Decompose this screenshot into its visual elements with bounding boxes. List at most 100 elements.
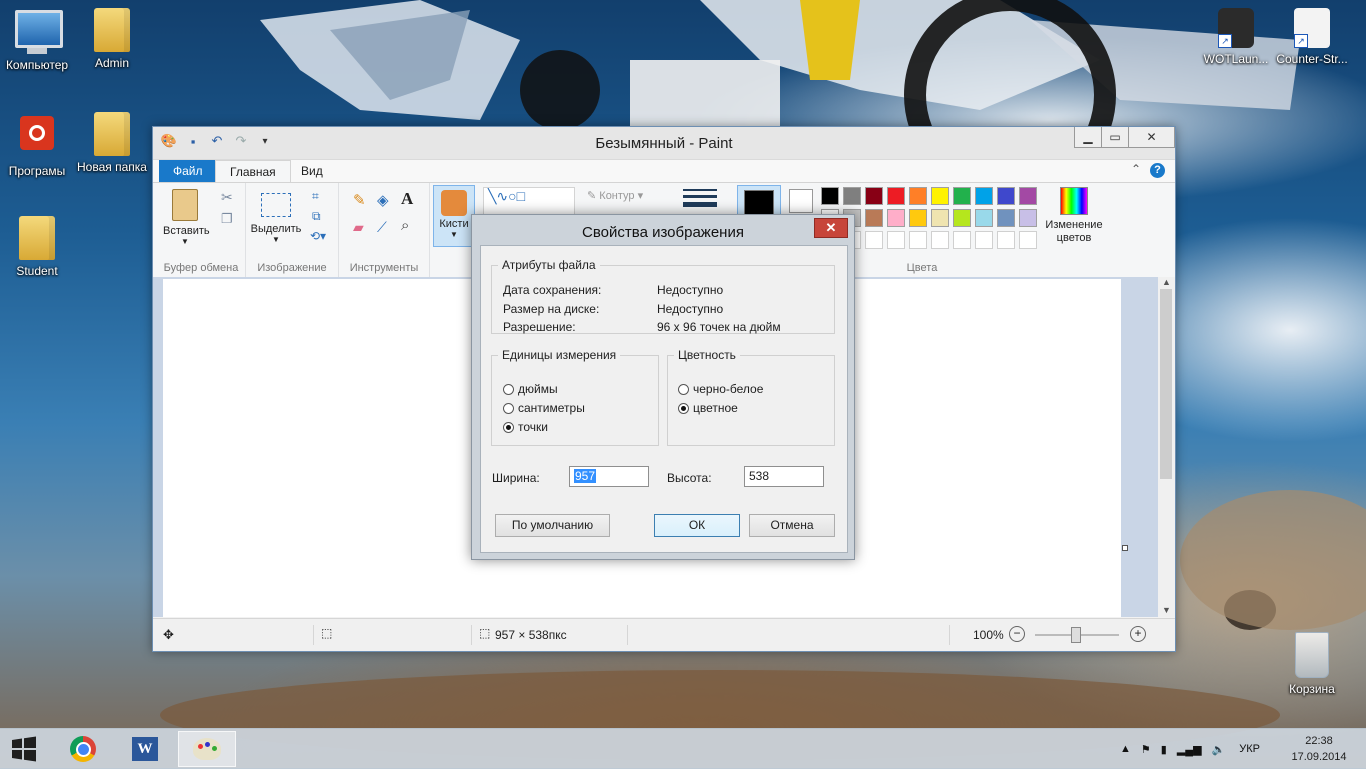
collapse-ribbon-icon[interactable]: ⌃ <box>1131 162 1141 176</box>
desktop-icon-wot[interactable]: ↗ WOTLaun... <box>1200 8 1272 66</box>
copy-icon[interactable]: ❐ <box>221 211 233 227</box>
outline-dropdown[interactable]: ✎ Контур ▾ <box>587 189 643 202</box>
units-pixels-radio[interactable]: точки <box>503 420 548 434</box>
ok-button[interactable]: ОК <box>654 514 740 537</box>
custom-color-slot[interactable] <box>909 231 927 249</box>
custom-color-slot[interactable] <box>887 231 905 249</box>
color-swatch[interactable] <box>997 209 1015 227</box>
height-input[interactable]: 538 <box>744 466 824 487</box>
show-hidden-icons-icon[interactable]: ▲ <box>1120 743 1131 755</box>
network-signal-icon[interactable]: ▂▄▆ <box>1177 743 1202 756</box>
color-swatch[interactable] <box>865 209 883 227</box>
maximize-button[interactable]: ▭ <box>1101 127 1129 148</box>
desktop-icon-new-folder[interactable]: Новая папка <box>76 112 148 174</box>
size-icon[interactable] <box>683 189 717 207</box>
color-swatch[interactable] <box>1019 209 1037 227</box>
dialog-close-button[interactable]: ✕ <box>814 218 848 238</box>
edit-colors-button[interactable]: Изменение цветов <box>1041 187 1107 245</box>
custom-color-slot[interactable] <box>931 231 949 249</box>
color-swatch[interactable] <box>953 209 971 227</box>
tools-group: ✎ ◈ A ▰ ⟋ ⌕ Инструменты <box>339 183 430 277</box>
color-swatch[interactable] <box>843 187 861 205</box>
custom-color-slot[interactable] <box>975 231 993 249</box>
color-swatch[interactable] <box>909 209 927 227</box>
eraser-icon[interactable]: ▰ <box>353 219 364 236</box>
clock[interactable]: 22:38 17.09.2014 <box>1290 733 1348 765</box>
disk-size-label: Размер на диске: <box>503 302 600 316</box>
power-icon <box>15 116 59 160</box>
custom-color-slot[interactable] <box>997 231 1015 249</box>
paste-icon <box>172 189 198 221</box>
tab-file[interactable]: Файл <box>159 160 215 182</box>
brushes-button[interactable]: Кисти ▼ <box>433 185 475 247</box>
color-swatch[interactable] <box>821 187 839 205</box>
help-icon[interactable]: ? <box>1150 163 1165 178</box>
color-swatch[interactable] <box>931 209 949 227</box>
color-picker-icon[interactable]: ⟋ <box>377 219 387 236</box>
magnifier-icon[interactable]: ⌕ <box>401 217 409 234</box>
canvas-resize-handle[interactable] <box>1122 545 1128 551</box>
units-inches-radio[interactable]: дюймы <box>503 382 558 396</box>
taskbar-paint[interactable] <box>178 731 236 767</box>
action-center-flag-icon[interactable]: ⚑ <box>1141 743 1151 756</box>
radio-dot <box>503 383 514 395</box>
scrollbar-thumb[interactable] <box>1160 289 1172 479</box>
color-swatch[interactable] <box>887 187 905 205</box>
start-button[interactable] <box>0 731 48 767</box>
desktop-icon-programs[interactable]: Програмы <box>1 112 73 178</box>
resize-icon[interactable]: ⧉ <box>312 209 321 224</box>
pencil-icon[interactable]: ✎ <box>353 191 366 209</box>
disk-size-value: Недоступно <box>657 302 724 316</box>
color-swatch[interactable] <box>975 187 993 205</box>
desktop-icon-admin[interactable]: Admin <box>76 8 148 70</box>
text-icon[interactable]: A <box>401 189 413 209</box>
vertical-scrollbar[interactable]: ▲ ▼ <box>1158 277 1175 617</box>
taskbar-chrome[interactable] <box>54 731 112 767</box>
crop-icon[interactable]: ⌗ <box>312 189 319 204</box>
scroll-up-icon[interactable]: ▲ <box>1158 277 1175 287</box>
color-swatch[interactable] <box>887 209 905 227</box>
units-cm-radio[interactable]: сантиметры <box>503 401 585 415</box>
rotate-icon[interactable]: ⟲▾ <box>310 229 326 243</box>
zoom-out-icon[interactable]: − <box>1009 626 1025 642</box>
select-button[interactable]: Выделить ▼ <box>250 193 302 244</box>
custom-color-slot[interactable] <box>865 231 883 249</box>
cancel-button[interactable]: Отмена <box>749 514 835 537</box>
shortcut-arrow-icon: ↗ <box>1294 34 1308 48</box>
color-swatch[interactable] <box>909 187 927 205</box>
zoom-in-icon[interactable]: + <box>1130 626 1146 642</box>
scroll-down-icon[interactable]: ▼ <box>1158 605 1175 615</box>
color-swatch[interactable] <box>1019 187 1037 205</box>
radio-dot-selected <box>503 421 514 433</box>
battery-icon[interactable]: ▮ <box>1161 743 1167 756</box>
color-swatch[interactable] <box>931 187 949 205</box>
close-button[interactable]: ✕ <box>1128 127 1175 148</box>
color-swatch[interactable] <box>953 187 971 205</box>
desktop-icon-student[interactable]: Student <box>1 216 73 278</box>
color-swatch[interactable] <box>997 187 1015 205</box>
window-title: Безымянный - Paint <box>595 135 733 152</box>
default-button[interactable]: По умолчанию <box>495 514 610 537</box>
window-controls: ▁ ▭ ✕ <box>1074 127 1175 148</box>
taskbar-word[interactable]: W <box>116 731 174 767</box>
cut-icon[interactable]: ✂ <box>221 189 233 206</box>
fill-icon[interactable]: ◈ <box>377 191 389 209</box>
tab-home[interactable]: Главная <box>215 160 291 183</box>
custom-color-slot[interactable] <box>1019 231 1037 249</box>
desktop-icon-counter-strike[interactable]: ↗ Counter-Str... <box>1276 8 1348 66</box>
tab-view[interactable]: Вид <box>287 160 337 182</box>
color-swatch[interactable] <box>865 187 883 205</box>
color2-swatch[interactable] <box>789 189 813 213</box>
volume-icon[interactable]: 🔈 <box>1212 743 1226 756</box>
minimize-button[interactable]: ▁ <box>1074 127 1102 148</box>
zoom-slider-thumb[interactable] <box>1071 627 1081 643</box>
desktop-icon-computer[interactable]: Компьютер <box>1 8 73 72</box>
color-color-radio[interactable]: цветное <box>678 401 738 415</box>
paste-button[interactable]: Вставить ▼ <box>163 189 210 246</box>
width-input[interactable]: 957 <box>569 466 649 487</box>
color-swatch[interactable] <box>975 209 993 227</box>
desktop-icon-recycle-bin[interactable]: Корзина <box>1276 632 1348 696</box>
color-bw-radio[interactable]: черно-белое <box>678 382 763 396</box>
custom-color-slot[interactable] <box>953 231 971 249</box>
language-indicator[interactable]: УКР <box>1239 743 1260 755</box>
